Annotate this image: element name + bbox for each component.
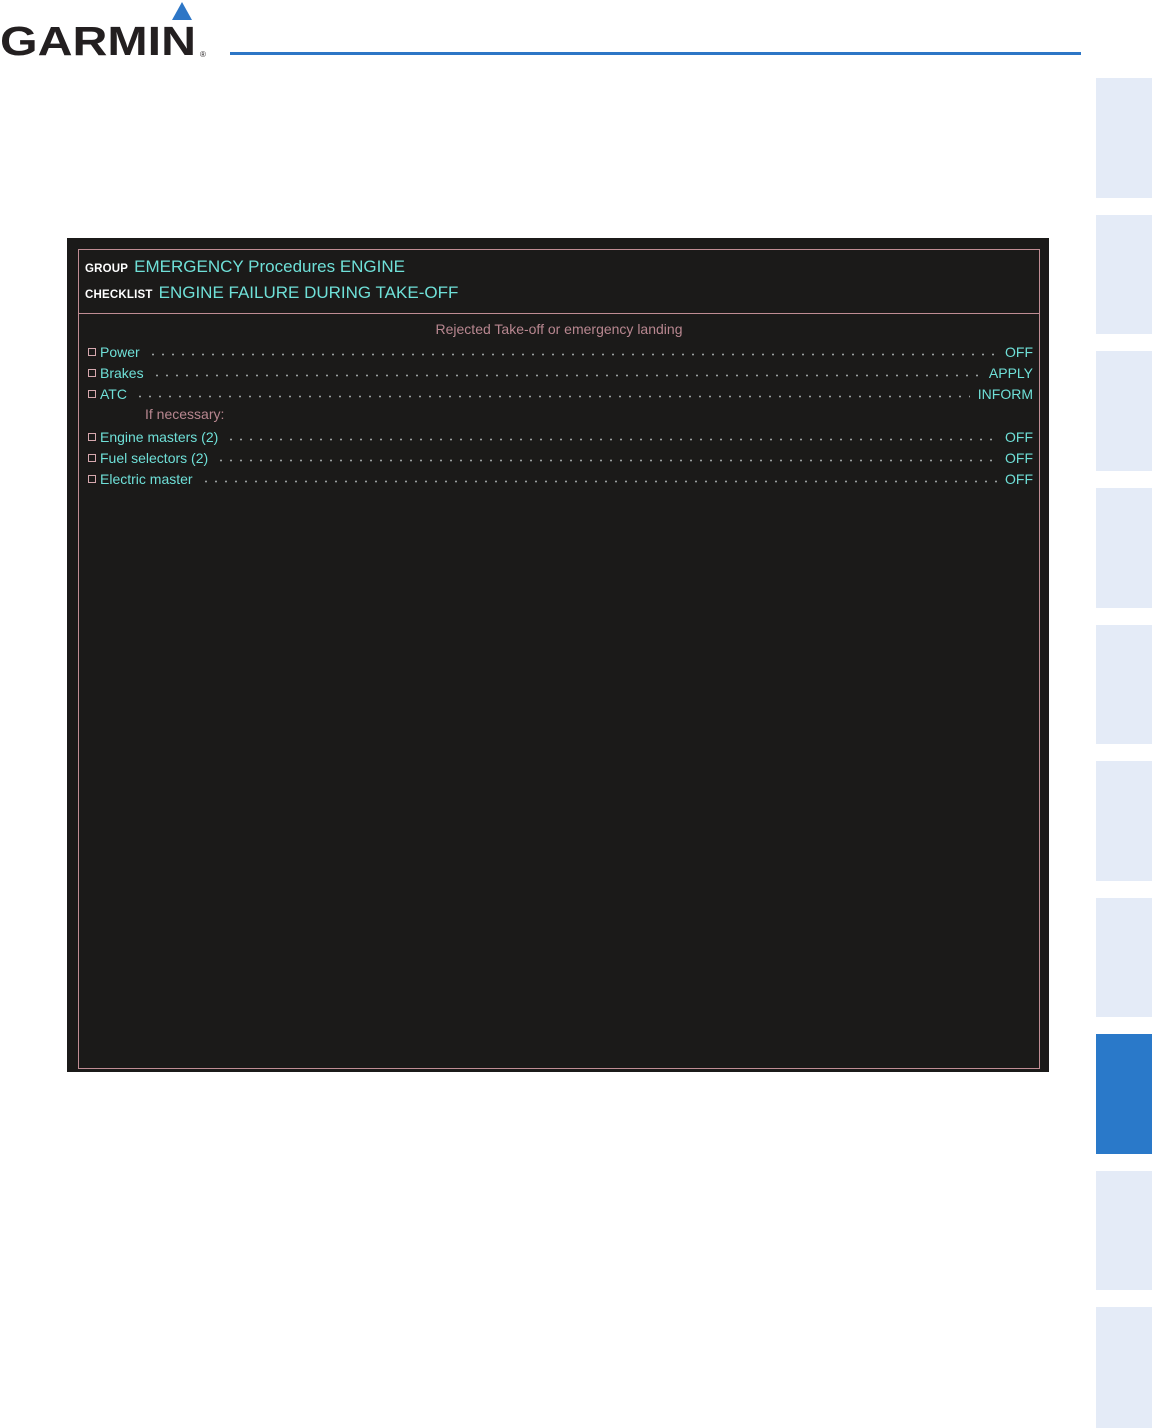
side-tab-9[interactable] xyxy=(1096,1171,1152,1290)
checklist-item-atc[interactable]: ATC INFORM xyxy=(88,384,1033,402)
note-if-necessary: If necessary: xyxy=(145,406,225,422)
item-value: INFORM xyxy=(977,386,1033,402)
item-value: OFF xyxy=(1005,429,1033,445)
checklist-screen: GROUP EMERGENCY Procedures ENGINE CHECKLI… xyxy=(67,238,1049,1072)
checklist-item-electric-master[interactable]: Electric master OFF xyxy=(88,469,1033,487)
item-value: OFF xyxy=(1005,344,1033,360)
item-label: Engine masters (2) xyxy=(100,429,219,445)
checklist-row[interactable]: CHECKLIST ENGINE FAILURE DURING TAKE-OFF xyxy=(85,283,458,303)
group-value: EMERGENCY Procedures ENGINE xyxy=(134,257,405,276)
dot-leader xyxy=(226,438,997,441)
checklist-label: CHECKLIST xyxy=(85,289,153,301)
item-value: APPLY xyxy=(988,365,1033,381)
checklist-item-power[interactable]: Power OFF xyxy=(88,342,1033,360)
note-rejected-takeoff: Rejected Take-off or emergency landing xyxy=(435,321,683,337)
dot-leader xyxy=(134,395,970,398)
side-tab-7[interactable] xyxy=(1096,898,1152,1017)
side-tab-2[interactable] xyxy=(1096,215,1152,334)
checklist-item-engine-masters[interactable]: Engine masters (2) OFF xyxy=(88,427,1033,445)
dot-leader xyxy=(216,459,997,462)
side-tab-8-active[interactable] xyxy=(1096,1034,1152,1154)
item-label: ATC xyxy=(100,386,127,402)
group-row[interactable]: GROUP EMERGENCY Procedures ENGINE xyxy=(85,257,405,277)
garmin-logo: GARMIN ® xyxy=(0,2,206,64)
checkbox-icon xyxy=(88,454,96,462)
side-tab-5[interactable] xyxy=(1096,625,1152,744)
dot-leader xyxy=(147,353,997,356)
side-tab-4[interactable] xyxy=(1096,488,1152,608)
checkbox-icon xyxy=(88,348,96,356)
checklist-frame: GROUP EMERGENCY Procedures ENGINE CHECKLI… xyxy=(78,249,1040,1069)
side-tab-10[interactable] xyxy=(1096,1307,1152,1428)
item-label: Power xyxy=(100,344,140,360)
dot-leader xyxy=(151,374,981,377)
header-rule xyxy=(230,52,1081,55)
checkbox-icon xyxy=(88,475,96,483)
side-tab-6[interactable] xyxy=(1096,761,1152,881)
side-tab-3[interactable] xyxy=(1096,351,1152,471)
item-label: Brakes xyxy=(100,365,144,381)
dot-leader xyxy=(200,480,997,483)
checkbox-icon xyxy=(88,433,96,441)
item-label: Fuel selectors (2) xyxy=(100,450,209,466)
item-value: OFF xyxy=(1005,450,1033,466)
brand-name: GARMIN xyxy=(0,18,196,64)
item-label: Electric master xyxy=(100,471,193,487)
checklist-item-brakes[interactable]: Brakes APPLY xyxy=(88,363,1033,381)
checkbox-icon xyxy=(88,390,96,398)
checklist-value: ENGINE FAILURE DURING TAKE-OFF xyxy=(158,283,459,302)
checkbox-icon xyxy=(88,369,96,377)
checklist-title-box: GROUP EMERGENCY Procedures ENGINE CHECKLI… xyxy=(79,250,1039,314)
side-tab-1[interactable] xyxy=(1096,78,1152,198)
group-label: GROUP xyxy=(85,263,129,275)
checklist-item-fuel-selectors[interactable]: Fuel selectors (2) OFF xyxy=(88,448,1033,466)
svg-text:®: ® xyxy=(200,50,206,59)
item-value: OFF xyxy=(1005,471,1033,487)
